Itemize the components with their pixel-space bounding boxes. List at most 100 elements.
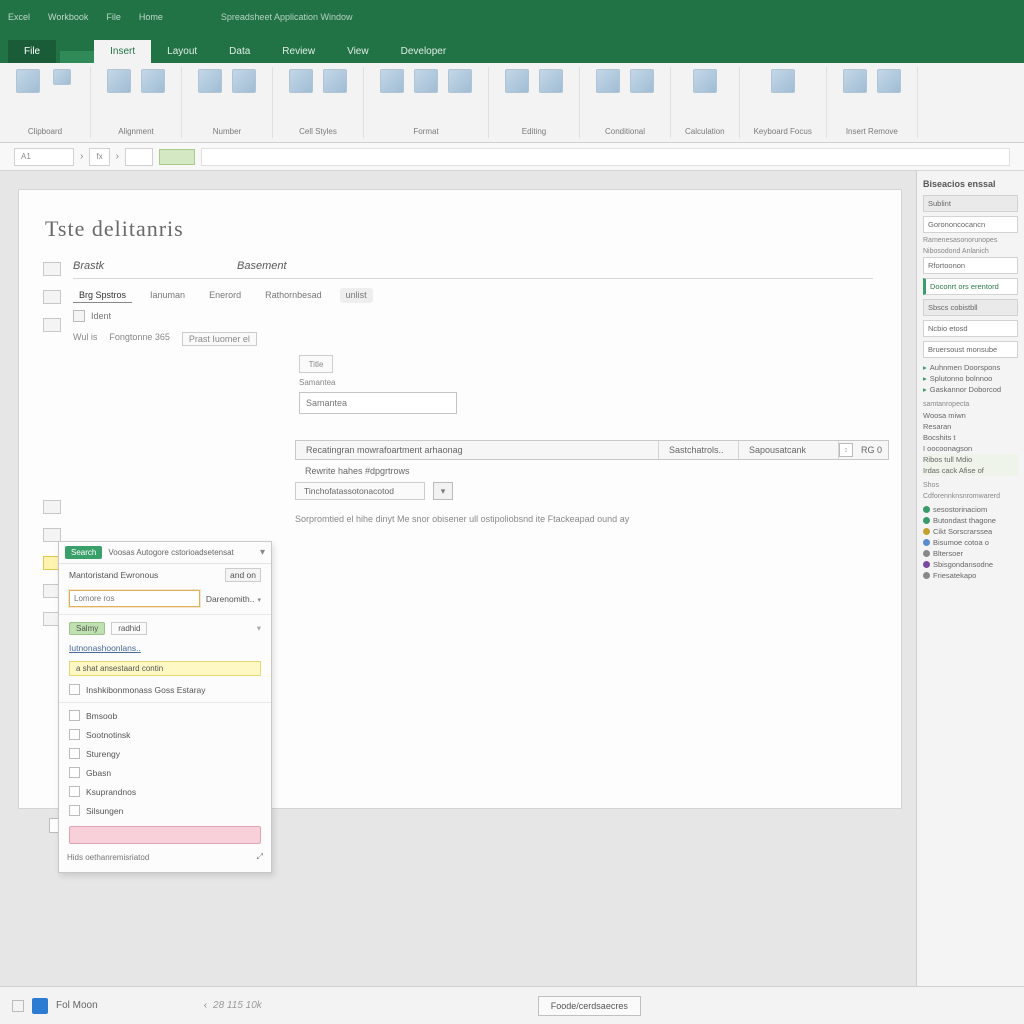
rail-icon[interactable] xyxy=(43,262,61,276)
ribbon-button[interactable] xyxy=(537,69,565,107)
side-panel-sub: Ramenesasonorunopes xyxy=(923,237,1018,244)
side-panel-item[interactable]: Rfortoonon xyxy=(923,257,1018,274)
field-tab[interactable]: Brg Spstros xyxy=(73,288,132,303)
chevron-left-icon[interactable]: ‹ xyxy=(204,1000,207,1011)
chevron-down-icon[interactable]: ▾ xyxy=(257,623,261,634)
ribbon-tab-data[interactable]: Data xyxy=(213,40,266,63)
popup-input-a[interactable] xyxy=(69,590,200,607)
checkbox[interactable] xyxy=(69,748,80,759)
ribbon-tab-color[interactable] xyxy=(60,51,94,63)
popup-list-item[interactable]: Gbasn xyxy=(59,763,271,782)
rail-icon[interactable] xyxy=(43,318,61,332)
sub-line-box[interactable]: Prast Iuomer el xyxy=(182,332,257,346)
side-panel-item-active[interactable]: Doconrt ors erentord xyxy=(923,278,1018,295)
popup-highlight[interactable]: a shat ansestaard contin xyxy=(69,661,261,676)
dropdown-button[interactable]: ▾ xyxy=(433,482,453,500)
ribbon-tab-developer[interactable]: Developer xyxy=(385,40,463,63)
field-tab[interactable]: Ianuman xyxy=(144,288,191,303)
list-item[interactable]: Bltersoer xyxy=(923,548,1018,559)
popup-list-item[interactable]: Sturengy xyxy=(59,744,271,763)
popup-list-item[interactable]: Silsungen xyxy=(59,801,271,820)
checkbox[interactable] xyxy=(69,767,80,778)
ribbon-button[interactable] xyxy=(503,69,531,107)
field-tab[interactable]: Enerord xyxy=(203,288,247,303)
side-input[interactable]: Samantea xyxy=(299,392,457,414)
table-hint: Sorpromtied el hihe dinyt Me snor obisen… xyxy=(295,514,629,524)
checkbox[interactable] xyxy=(69,786,80,797)
ribbon-tab-review[interactable]: Review xyxy=(266,40,331,63)
chevron-right-icon: › xyxy=(116,151,119,162)
ribbon-button[interactable] xyxy=(691,69,719,107)
list-item[interactable]: Cikt Sorscrarssea xyxy=(923,526,1018,537)
ribbon-button[interactable] xyxy=(105,69,133,107)
popup-row-text: Mantoristand Ewronous xyxy=(69,570,158,580)
sort-icon[interactable]: ↕ xyxy=(839,443,853,457)
side-panel: Biseacios enssal Sublint Gorononcocancn … xyxy=(916,171,1024,986)
popup-list-item[interactable]: Sootnotinsk xyxy=(59,725,271,744)
side-panel-item[interactable]: Bruersoust monsube xyxy=(923,341,1018,358)
popup-link-row[interactable]: Iutnonashoonlans.. xyxy=(59,639,271,657)
ribbon-button[interactable] xyxy=(287,69,315,107)
ribbon-tab-layout[interactable]: Layout xyxy=(151,40,213,63)
rail-icon[interactable] xyxy=(43,528,61,542)
ribbon-button[interactable] xyxy=(769,69,797,107)
popup-action-bar[interactable] xyxy=(69,826,261,844)
status-button[interactable]: Foode/cerdsaecres xyxy=(538,996,641,1016)
ribbon-button[interactable] xyxy=(378,69,406,107)
status-icon[interactable] xyxy=(12,1000,24,1012)
table-col[interactable]: Sapousatcank xyxy=(739,441,839,459)
ribbon-tab-insert[interactable]: Insert xyxy=(94,40,151,63)
ribbon-tab-file[interactable]: File xyxy=(8,40,56,63)
checkbox-icon[interactable] xyxy=(73,310,85,322)
checkbox[interactable] xyxy=(69,805,80,816)
ribbon-button[interactable] xyxy=(628,69,656,107)
checkbox[interactable] xyxy=(69,710,80,721)
ribbon-button[interactable] xyxy=(841,69,869,107)
ribbon-button[interactable] xyxy=(196,69,224,107)
list-item[interactable]: Butondast thagone xyxy=(923,515,1018,526)
expand-icon[interactable]: ⤢ xyxy=(257,852,263,862)
ribbon-tab-view[interactable]: View xyxy=(331,40,385,63)
fx-button[interactable]: fx xyxy=(89,148,109,166)
checkbox[interactable] xyxy=(69,684,80,695)
list-item[interactable]: sesostorinaciom xyxy=(923,504,1018,515)
checkbox[interactable] xyxy=(69,729,80,740)
popup-row-suffix[interactable]: and on xyxy=(225,568,261,582)
rail-icon[interactable] xyxy=(43,500,61,514)
list-item[interactable]: ▸Gaskannor Doborcod xyxy=(923,384,1018,395)
side-panel-item[interactable]: Sbscs cobistbll xyxy=(923,299,1018,316)
side-panel-item[interactable]: Gorononcocancn xyxy=(923,216,1018,233)
close-icon[interactable]: ▾ xyxy=(260,547,265,558)
popup-link[interactable]: Iutnonashoonlans.. xyxy=(69,643,141,653)
formula-segment[interactable] xyxy=(125,148,153,166)
table-cell[interactable]: Tinchofatassotonacotod xyxy=(295,482,425,500)
ribbon-button[interactable] xyxy=(321,69,349,107)
list-item[interactable]: Bisumoe cotoa o xyxy=(923,537,1018,548)
popup-sub-badge-2[interactable]: radhid xyxy=(111,622,147,635)
list-item[interactable]: Sbisgondansodne xyxy=(923,559,1018,570)
formula-input[interactable] xyxy=(201,148,1010,166)
ribbon-button[interactable] xyxy=(139,69,167,107)
table-col[interactable]: Recatingran mowrafoartment arhaonag xyxy=(296,441,659,459)
ribbon-button[interactable] xyxy=(446,69,474,107)
ribbon-button[interactable] xyxy=(594,69,622,107)
popup-input-text[interactable]: Darenomith.. xyxy=(206,594,261,604)
popup-list-label: Sootnotinsk xyxy=(86,730,130,740)
popup-list-item[interactable]: Bmsoob xyxy=(59,706,271,725)
name-box[interactable]: A1 xyxy=(14,148,74,166)
ribbon-button[interactable] xyxy=(230,69,258,107)
list-item[interactable]: ▸Auhnmen Doorspons xyxy=(923,362,1018,373)
list-item[interactable]: ▸Splutonno bolnnoo xyxy=(923,373,1018,384)
rail-icon[interactable] xyxy=(43,290,61,304)
mini-title-box[interactable]: Title xyxy=(299,355,333,373)
side-panel-item[interactable]: Ncbio etosd xyxy=(923,320,1018,337)
list-item[interactable]: Friesatekapo xyxy=(923,570,1018,581)
ribbon-button[interactable] xyxy=(48,69,76,107)
table-col[interactable]: Sastchatrols.. xyxy=(659,441,739,459)
popup-list-item[interactable]: Ksuprandnos xyxy=(59,782,271,801)
ribbon-button[interactable] xyxy=(14,69,42,107)
ribbon-button[interactable] xyxy=(412,69,440,107)
field-tab[interactable]: unlist xyxy=(340,288,373,303)
ribbon-button[interactable] xyxy=(875,69,903,107)
field-tab[interactable]: Rathornbesad xyxy=(259,288,328,303)
